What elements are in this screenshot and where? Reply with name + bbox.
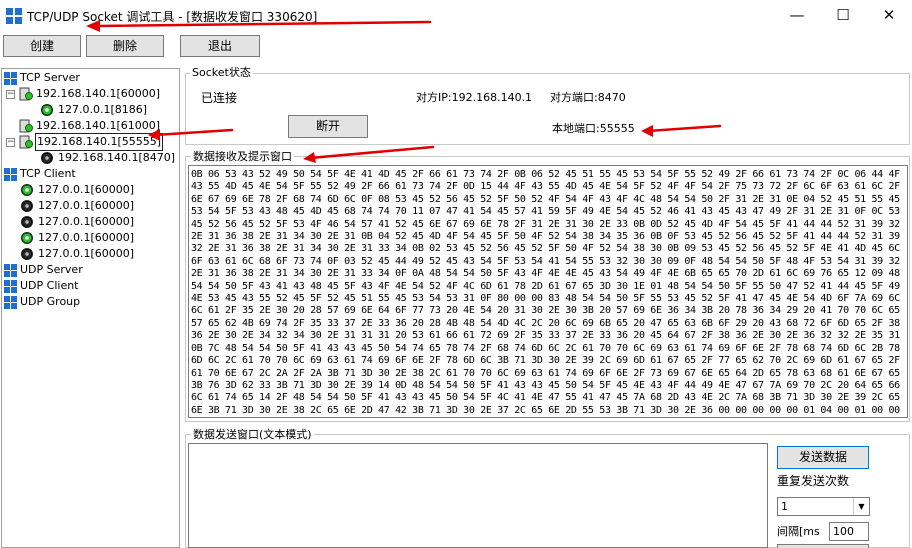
close-button[interactable]: ✕ [866,0,912,32]
tree-item-label: TCP Client [20,167,76,180]
app-icon [6,8,22,24]
interval-input[interactable]: 100 [829,522,869,541]
windows-icon [4,72,17,85]
tree-item-udp-server[interactable]: UDP Server [4,262,174,278]
server-icon [19,119,33,133]
tree-item-label: 127.0.0.1[60000] [38,183,135,196]
exit-button[interactable]: 退出 [180,35,260,57]
peer-port: 对方端口:8470 [550,91,626,104]
local-port: 本地端口:55555 [552,122,635,135]
connection-icon [41,152,53,164]
tree-item-label: 192.168.140.1[61000] [36,119,161,132]
windows-icon [4,168,17,181]
tree-item-client[interactable]: 127.0.0.1[60000] [21,230,171,246]
connected-icon [21,232,33,244]
tree-item-client[interactable]: 127.0.0.1[60000] [21,246,171,262]
repeat-count-value: 1 [781,500,788,513]
tree-item-server-61000[interactable]: 192.168.140.1[61000] [6,118,176,134]
tree-item-label: 127.0.0.1[60000] [38,215,135,228]
send-legend: 数据发送窗口(文本模式) [191,428,314,441]
tree-item-label: 127.0.0.1[60000] [38,247,135,260]
connection-state: 已连接 [201,91,238,105]
repeat-count-label: 重复发送次数 [777,474,850,488]
connection-tree: TCP Server − 192.168.140.1[60000] 127.0.… [1,68,180,548]
tree-item-label: 127.0.0.1[60000] [38,199,135,212]
tree-item-label: 127.0.0.1[60000] [38,231,135,244]
tree-item-label: UDP Group [20,295,81,308]
tree-item-connection-8186[interactable]: 127.0.0.1[8186] [41,102,176,118]
delete-button[interactable]: 删除 [86,35,164,57]
connection-icon [21,248,33,260]
windows-icon [4,264,17,277]
tree-item-label: 192.168.140.1[55555] [34,133,164,151]
tree-item-label: 192.168.140.1[60000] [36,87,161,100]
tree-item-server-60000[interactable]: − 192.168.140.1[60000] [6,86,176,102]
window-title: TCP/UDP Socket 调试工具 - [数据收发窗口 330620] [27,10,318,24]
windows-icon [4,280,17,293]
interval-label: 间隔[ms [777,525,820,538]
server-icon [19,135,33,149]
send-textarea[interactable] [188,443,768,548]
send-data-button[interactable]: 发送数据 [777,446,869,469]
repeat-count-select[interactable]: 1 ▼ [777,497,870,516]
connected-icon [41,104,53,116]
create-button[interactable]: 创建 [3,35,81,57]
maximize-button[interactable]: ☐ [820,0,866,32]
tree-item-label: UDP Server [20,263,83,276]
tree-item-client[interactable]: 127.0.0.1[60000] [21,198,171,214]
windows-icon [4,296,17,309]
connected-icon [21,184,33,196]
disconnect-button[interactable]: 断开 [288,115,368,138]
tree-item-udp-client[interactable]: UDP Client [4,278,174,294]
receive-legend: 数据接收及提示窗口 [191,150,294,163]
tree-item-udp-group[interactable]: UDP Group [4,294,174,310]
socket-status-legend: Socket状态 [190,66,253,79]
peer-ip: 对方IP:192.168.140.1 [416,91,533,104]
connection-icon [21,200,33,212]
tree-item-label: 127.0.0.1[8186] [58,103,148,116]
receive-textarea[interactable]: 0B 06 53 43 52 49 50 54 5F 4E 41 4D 45 2… [188,165,908,418]
tree-item-label: TCP Server [20,71,80,84]
tree-item-client[interactable]: 127.0.0.1[60000] [21,214,171,230]
collapse-icon[interactable]: − [6,138,15,147]
tree-item-label: UDP Client [20,279,79,292]
tree-item-tcp-client[interactable]: TCP Client [4,166,174,182]
extra-button[interactable] [777,544,869,548]
minimize-button[interactable]: — [774,0,820,32]
tree-item-server-55555[interactable]: − 192.168.140.1[55555] [6,133,176,151]
chevron-down-icon[interactable]: ▼ [853,498,869,515]
server-icon [19,87,33,101]
tree-item-client[interactable]: 127.0.0.1[60000] [21,182,171,198]
tree-item-connection-8470[interactable]: 192.168.140.1[8470] [41,150,176,166]
title-bar: TCP/UDP Socket 调试工具 - [数据收发窗口 330620] — … [0,0,912,32]
tree-item-tcp-server[interactable]: TCP Server [4,70,174,86]
collapse-icon[interactable]: − [6,90,15,99]
connection-icon [21,216,33,228]
tree-item-label: 192.168.140.1[8470] [58,151,176,164]
